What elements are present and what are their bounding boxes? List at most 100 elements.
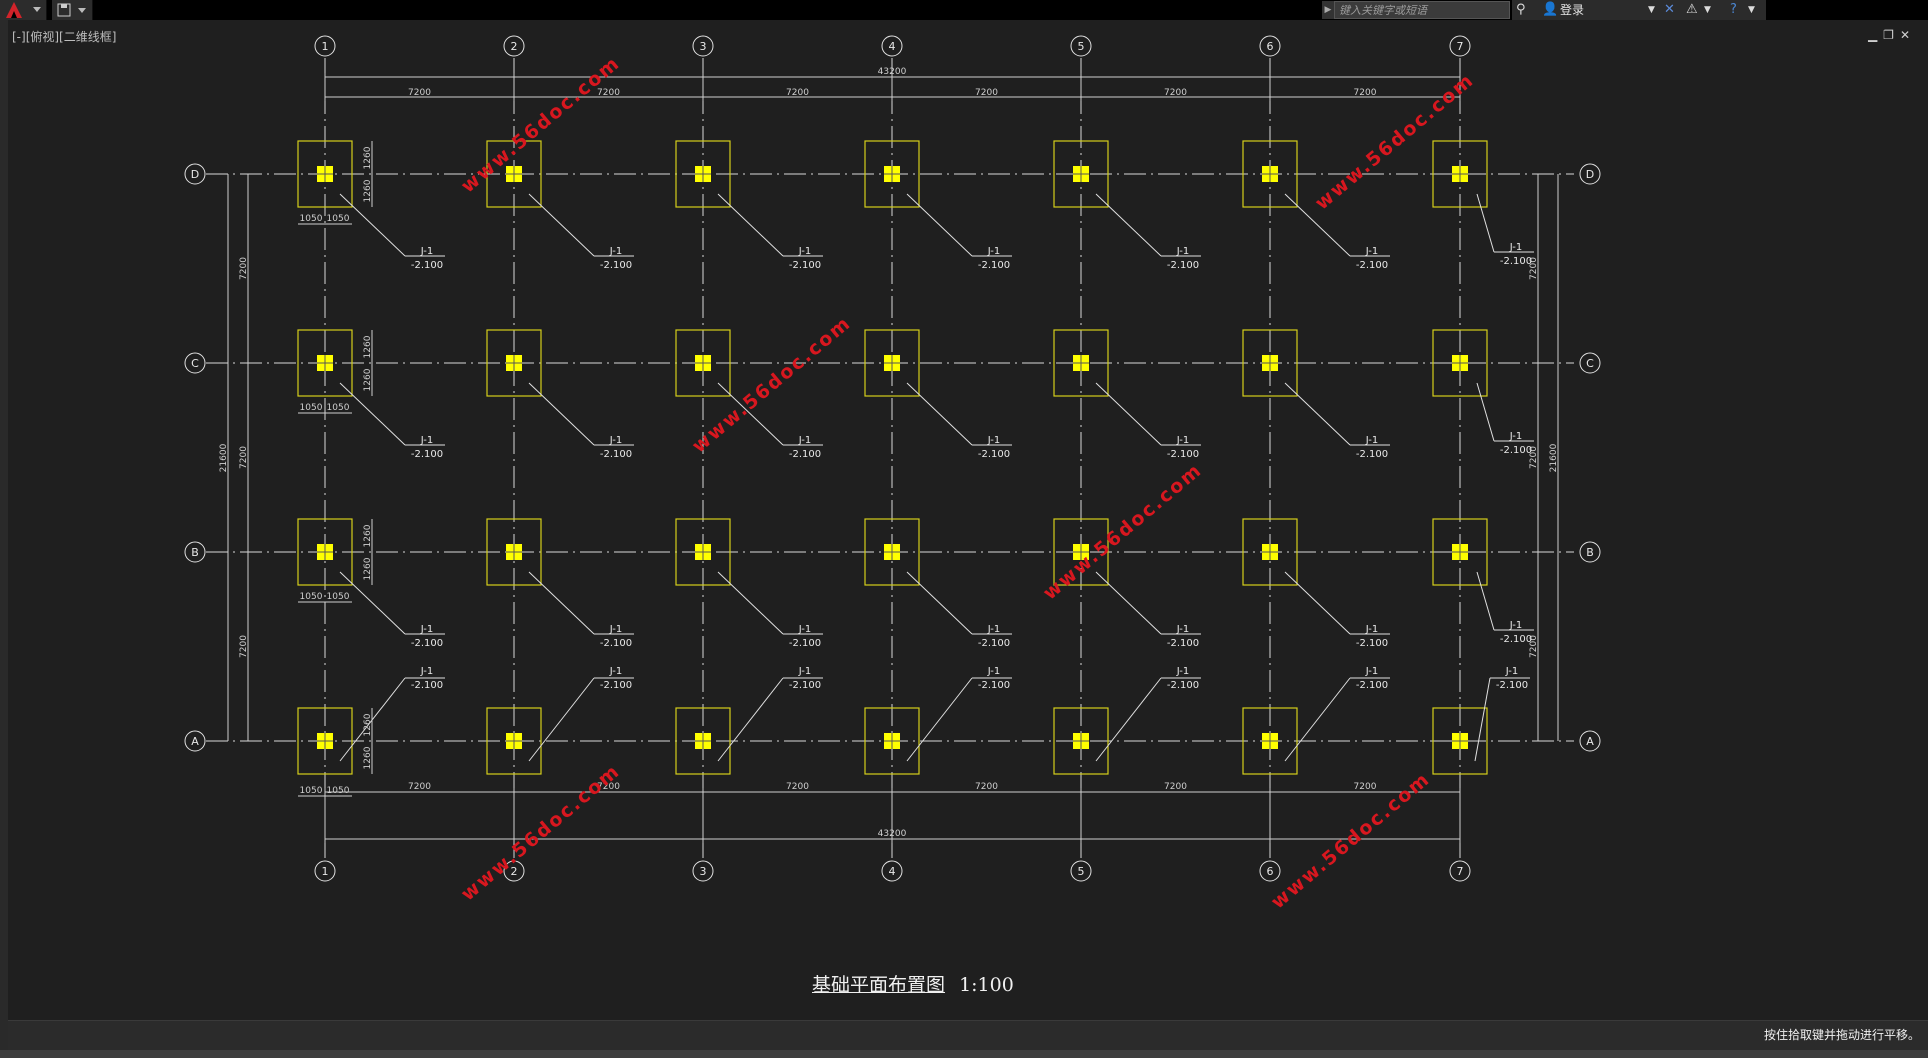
footing-label: J-1 <box>798 435 812 446</box>
dim-text: 21600 <box>1549 443 1559 472</box>
axis-label: 7 <box>1457 865 1464 878</box>
footing-elevation: -2.100 <box>1356 449 1388 460</box>
bottom-strip <box>0 1050 1928 1058</box>
app-menu-button[interactable] <box>0 0 47 20</box>
footing-elevation: -2.100 <box>789 638 821 649</box>
binoculars-icon[interactable]: ⚲ <box>1516 2 1526 18</box>
axis-label: 4 <box>889 40 896 53</box>
axis-label: 7 <box>1457 40 1464 53</box>
axis-label: 6 <box>1267 865 1274 878</box>
leader-line <box>1474 677 1491 762</box>
axis-label: D <box>191 168 199 181</box>
footing-dim-text: 1260 <box>363 335 373 358</box>
minimize-icon[interactable]: ▁ <box>1868 28 1883 42</box>
footing-elevation: -2.100 <box>411 449 443 460</box>
leader-line <box>528 677 595 762</box>
leader-line <box>528 382 595 446</box>
axis-label: C <box>191 357 199 370</box>
leader-line <box>1476 193 1495 253</box>
footing-label: J-1 <box>1176 624 1190 635</box>
footing-elevation: -2.100 <box>978 680 1010 691</box>
autocad-logo-icon <box>6 2 41 18</box>
login-button[interactable]: 登录 <box>1560 0 1584 20</box>
footing-label: J-1 <box>420 666 434 677</box>
exchange-icon[interactable]: ✕ <box>1664 2 1675 18</box>
title-bar: ▶ 键入关键字或短语 ⚲ 👤 登录 ▼ ✕ ⚠ ▼ ? ▼ <box>0 0 1928 20</box>
leader-line <box>717 677 784 762</box>
axis-label: B <box>1586 546 1594 559</box>
dim-text: 7200 <box>786 88 809 98</box>
dim-text: 21600 <box>219 443 229 472</box>
dim-text: 7200 <box>1164 782 1187 792</box>
axis-label: 2 <box>511 40 518 53</box>
footing-elevation: -2.100 <box>789 680 821 691</box>
leader-line <box>906 677 973 762</box>
footing-elevation: -2.100 <box>600 680 632 691</box>
dim-text: 7200 <box>239 446 249 469</box>
dim-text: 7200 <box>1354 88 1377 98</box>
help-icon[interactable]: ? <box>1730 2 1737 18</box>
footing-label: J-1 <box>987 435 1001 446</box>
footing-label: J-1 <box>1505 666 1519 677</box>
footing-label: J-1 <box>609 435 623 446</box>
footing-elevation: -2.100 <box>411 638 443 649</box>
footing-elevation: -2.100 <box>1167 638 1199 649</box>
leader-line <box>1284 677 1351 762</box>
axis-label: B <box>191 546 199 559</box>
footing-elevation: -2.100 <box>1356 260 1388 271</box>
help-dropdown-icon[interactable]: ▼ <box>1748 2 1755 18</box>
viewport-controls[interactable]: [-][俯视][二维线框] <box>12 28 116 45</box>
footing-dim-text: 1050 <box>327 403 350 413</box>
autodesk-a360-icon[interactable]: ⚠ <box>1686 2 1698 18</box>
footing-elevation: -2.100 <box>600 260 632 271</box>
a360-dropdown-icon[interactable]: ▼ <box>1704 2 1711 18</box>
user-icon[interactable]: 👤 <box>1542 2 1558 18</box>
footing-dim-text: 1260 <box>363 368 373 391</box>
footing-elevation: -2.100 <box>1500 256 1532 267</box>
dim-text: 7200 <box>1164 88 1187 98</box>
leader-line <box>906 193 973 257</box>
dim-text: 7200 <box>975 88 998 98</box>
axis-label: 3 <box>700 40 707 53</box>
leader-line <box>528 193 595 257</box>
footing-elevation: -2.100 <box>789 449 821 460</box>
footing-dim-text: 1050 <box>300 786 323 796</box>
dim-text: 7200 <box>786 782 809 792</box>
axis-label: 4 <box>889 865 896 878</box>
close-icon[interactable]: ✕ <box>1900 28 1916 42</box>
footing-dim-text: 1050 <box>327 214 350 224</box>
footing-elevation: -2.100 <box>600 638 632 649</box>
footing-label: J-1 <box>1176 246 1190 257</box>
restore-icon[interactable]: ❐ <box>1883 28 1900 42</box>
leader-line <box>906 382 973 446</box>
dim-text: 7200 <box>975 782 998 792</box>
footing-label: J-1 <box>1509 431 1523 442</box>
login-dropdown-icon[interactable]: ▼ <box>1648 2 1655 18</box>
dim-text: 7200 <box>239 257 249 280</box>
viewport-window-controls[interactable]: ▁❐✕ <box>1868 28 1916 42</box>
footing-label: J-1 <box>420 246 434 257</box>
footing-elevation: -2.100 <box>1167 680 1199 691</box>
footing-elevation: -2.100 <box>978 449 1010 460</box>
search-input[interactable]: 键入关键字或短语 <box>1334 1 1510 19</box>
footing-dim-text: 1050 <box>300 214 323 224</box>
drawing-canvas[interactable]: 11223344556677D DC CB BA A432007200 7200 7200 7… <box>0 0 1928 1058</box>
search-expand-icon[interactable]: ▶ <box>1322 1 1334 19</box>
axis-label: 5 <box>1078 865 1085 878</box>
footing-elevation: -2.100 <box>1500 634 1532 645</box>
footing-label: J-1 <box>1365 666 1379 677</box>
footing-elevation: -2.100 <box>1356 638 1388 649</box>
leader-line <box>1095 193 1162 257</box>
footing-label: J-1 <box>1365 624 1379 635</box>
footing-elevation: -2.100 <box>978 260 1010 271</box>
footing-elevation: -2.100 <box>978 638 1010 649</box>
footing-dim-text: 1050 <box>327 592 350 602</box>
axis-label: C <box>1586 357 1594 370</box>
footing-elevation: -2.100 <box>600 449 632 460</box>
leader-line <box>528 571 595 635</box>
footing-label: J-1 <box>798 624 812 635</box>
quick-access-toolbar[interactable] <box>52 0 93 20</box>
footing-dim-text: 1050 <box>300 403 323 413</box>
footing-elevation: -2.100 <box>411 680 443 691</box>
axis-label: A <box>1586 735 1594 748</box>
